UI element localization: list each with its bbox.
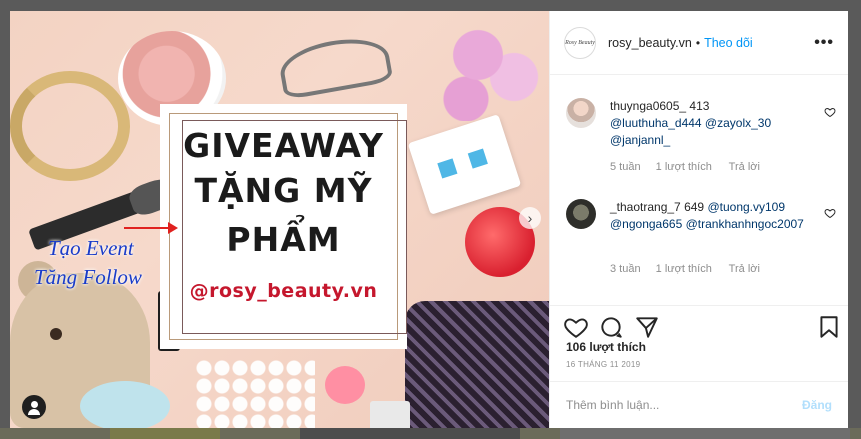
comment-meta: 5 tuần 1 lượt thích Trả lời xyxy=(610,161,774,173)
comment-time[interactable]: 3 tuần xyxy=(610,263,641,275)
chevron-right-icon[interactable]: › xyxy=(519,207,541,229)
heart-icon[interactable] xyxy=(824,106,836,118)
avatar[interactable]: Rosy Beauty xyxy=(564,26,596,59)
eyelash-curler xyxy=(276,31,394,101)
reply-button[interactable]: Trả lời xyxy=(729,263,760,275)
poster-line-2: TẶNG MỸ xyxy=(194,171,373,210)
lace-fabric xyxy=(405,301,549,428)
earring-box xyxy=(407,114,522,215)
page-scrollbar[interactable] xyxy=(848,11,861,428)
comment-body: 649 xyxy=(684,200,705,214)
overlay-text-line-1: Tạo Event xyxy=(48,236,134,260)
comment-item: thuynga0605_ 413 @luuthuha_d444 @zayolx_… xyxy=(566,98,836,198)
separator-dot: • xyxy=(695,35,701,50)
pearl-necklace xyxy=(195,359,315,428)
reply-button[interactable]: Trả lời xyxy=(729,161,760,173)
comment-time[interactable]: 5 tuần xyxy=(610,161,641,173)
comment-item: _thaotrang_7 649 @tuong.vy109 @ngonga665… xyxy=(566,199,836,299)
avatar-logo-text: Rosy Beauty xyxy=(565,39,595,46)
heart-icon[interactable] xyxy=(824,207,836,219)
more-options-icon[interactable]: ••• xyxy=(814,34,834,52)
post-date[interactable]: 16 THÁNG 11 2019 xyxy=(566,360,640,369)
like-heart-icon[interactable] xyxy=(563,314,589,340)
follow-button[interactable]: Theo dõi xyxy=(704,36,753,50)
comment-meta: 3 tuần 1 lượt thích Trả lời xyxy=(610,263,774,275)
background-page-strip xyxy=(0,428,861,439)
add-comment-bar: Đăng xyxy=(550,381,848,428)
red-arrow-head xyxy=(168,222,178,234)
post-header: Rosy Beauty rosy_beauty.vn • Theo dõi ••… xyxy=(550,11,848,75)
red-arrow-line xyxy=(124,227,170,229)
post-comment-button[interactable]: Đăng xyxy=(802,398,832,412)
bookmark-icon[interactable] xyxy=(816,314,842,340)
poster-line-1: GIVEAWAY xyxy=(183,126,384,165)
poster-line-3: PHẨM xyxy=(226,220,341,259)
comment-body: 413 xyxy=(689,99,710,113)
teddy-eye xyxy=(50,328,62,340)
gold-bangle xyxy=(10,71,130,181)
blue-compact xyxy=(80,381,170,428)
post-modal: GIVEAWAY TẶNG MỸ PHẨM @rosy_beauty.vn Tạ… xyxy=(10,11,848,428)
comment-input[interactable] xyxy=(566,398,802,412)
comment-username[interactable]: _thaotrang_7 xyxy=(610,200,681,214)
comment-likes[interactable]: 1 lượt thích xyxy=(656,161,712,173)
comment-mentions[interactable]: @luuthuha_d444 @zayolx_30 @janjannl_ xyxy=(610,116,771,147)
commenter-avatar[interactable] xyxy=(566,199,596,229)
user-tag-icon[interactable] xyxy=(22,395,46,419)
giveaway-poster: GIVEAWAY TẶNG MỸ PHẨM @rosy_beauty.vn xyxy=(160,104,407,349)
comment-mention-inline[interactable]: @tuong.vy109 xyxy=(707,200,785,214)
comment-text: _thaotrang_7 649 @tuong.vy109 @ngonga665… xyxy=(610,199,810,233)
commenter-avatar[interactable] xyxy=(566,98,596,128)
comments-list: thuynga0605_ 413 @luuthuha_d444 @zayolx_… xyxy=(550,75,848,305)
pink-sponge xyxy=(325,366,365,404)
gift-bow xyxy=(370,401,410,428)
post-actions: 106 lượt thích 16 THÁNG 11 2019 xyxy=(550,305,848,370)
poster-handle: @rosy_beauty.vn xyxy=(189,280,378,302)
likes-count[interactable]: 106 lượt thích xyxy=(566,340,646,354)
post-details-panel: Rosy Beauty rosy_beauty.vn • Theo dõi ••… xyxy=(549,11,848,428)
comment-username[interactable]: thuynga0605_ xyxy=(610,99,686,113)
post-photo: GIVEAWAY TẶNG MỸ PHẨM @rosy_beauty.vn Tạ… xyxy=(10,11,549,428)
comment-icon[interactable] xyxy=(598,314,624,340)
overlay-text-line-2: Tăng Follow xyxy=(34,265,142,289)
username-link[interactable]: rosy_beauty.vn xyxy=(608,36,692,50)
pink-flowers xyxy=(430,11,549,121)
comment-likes[interactable]: 1 lượt thích xyxy=(656,263,712,275)
comment-mentions[interactable]: @ngonga665 @trankhanhngoc2007 xyxy=(610,217,804,231)
comment-text: thuynga0605_ 413 @luuthuha_d444 @zayolx_… xyxy=(610,98,800,149)
share-icon[interactable] xyxy=(634,314,660,340)
